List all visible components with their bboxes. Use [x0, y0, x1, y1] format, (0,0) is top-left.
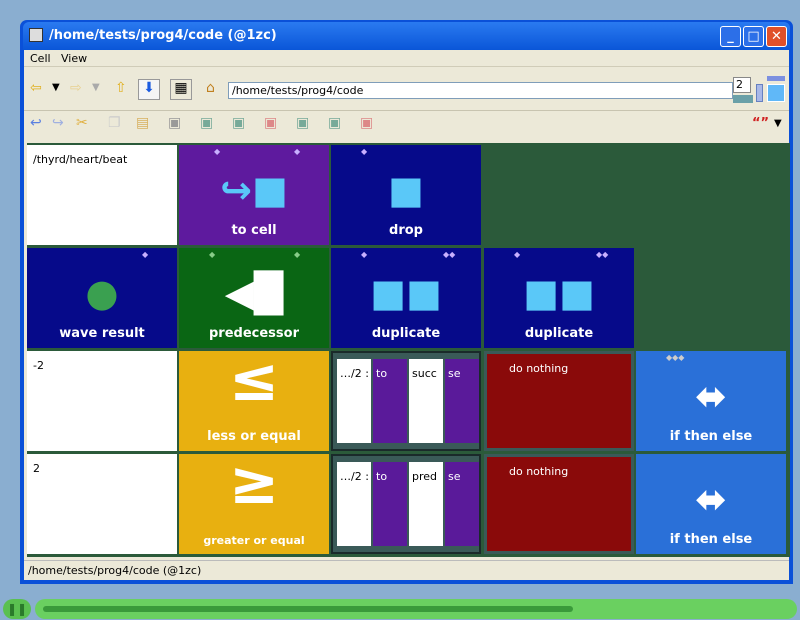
tile-label: to cell	[231, 223, 277, 238]
pause-button[interactable]: ❚❚	[3, 599, 31, 619]
insert-column-left-icon[interactable]: ▣	[200, 115, 213, 131]
predecessor-tile[interactable]: ◆ ◆ ◀█ predecessor	[179, 248, 329, 348]
path-input[interactable]: /home/tests/prog4/code	[228, 82, 733, 99]
insert-row-below-icon[interactable]: ▣	[328, 115, 341, 131]
tile-label: duplicate	[371, 326, 441, 341]
cell-text: /thyrd/heart/beat	[33, 153, 128, 166]
two-cubes-icon: ■■	[523, 271, 595, 315]
undo-icon[interactable]: ↩	[30, 115, 42, 131]
home-icon[interactable]: ⌂	[206, 80, 215, 96]
menu-cell[interactable]: Cell	[30, 52, 51, 65]
back-history-dropdown-icon[interactable]: ▼	[52, 82, 60, 93]
delete-column-icon[interactable]: ▣	[264, 115, 277, 131]
if-then-else-tile[interactable]: ⬌ if then else	[636, 454, 786, 554]
sub-cell-succ[interactable]: succ	[409, 359, 443, 443]
sub-cell-pred[interactable]: pred	[409, 462, 443, 546]
tile-label: duplicate	[524, 326, 594, 341]
wave-result-tile[interactable]: ◆ ● wave result	[27, 248, 177, 348]
forward-arrow-icon[interactable]: ⇨	[70, 80, 82, 96]
greater-equal-icon: ≥	[228, 448, 280, 518]
menu-bar: Cell View	[24, 50, 789, 67]
duplicate-tile[interactable]: ◆ ◆◆ ■■ duplicate	[331, 248, 481, 348]
new-table-button[interactable]: ▦	[170, 79, 192, 100]
sub-cell-to[interactable]: to	[373, 462, 407, 546]
grid-layout-icon[interactable]	[767, 84, 785, 102]
diamond-arrows-icon: ⬌	[695, 374, 727, 418]
arrow-cube-icon: ↪■	[220, 168, 288, 212]
video-playback-bar: ❚❚	[0, 598, 800, 620]
seek-bar[interactable]	[35, 599, 797, 619]
window-title: /home/tests/prog4/code (@1zc)	[49, 28, 277, 43]
app-window: /home/tests/prog4/code (@1zc) _ □ ✕ Cell…	[20, 20, 793, 584]
color-swatch[interactable]	[733, 95, 753, 103]
cut-icon[interactable]: ✂	[76, 115, 88, 131]
tile-label: greater or equal	[203, 534, 305, 547]
insert-column-right-icon[interactable]: ▣	[232, 115, 245, 131]
redo-icon[interactable]: ↪	[52, 115, 64, 131]
nested-call-cell[interactable]: …/2 : to pred se	[331, 454, 481, 554]
drop-tile[interactable]: ◆ ■ drop	[331, 145, 481, 245]
menu-view[interactable]: View	[61, 52, 87, 65]
tile-label: wave result	[59, 326, 145, 341]
quote-icon[interactable]: “”	[752, 116, 769, 131]
cell-text: -2	[33, 359, 44, 372]
less-or-equal-tile[interactable]: ≤ less or equal	[179, 345, 329, 451]
edit-cell-icon[interactable]: ▣	[168, 115, 181, 131]
tile-label: if then else	[669, 532, 753, 547]
minimize-button[interactable]: _	[720, 26, 741, 47]
client-area: Cell View ⇦ ▼ ⇨ ▼ ⇧ ⬇ ▦ ⌂ /home/tests/pr…	[24, 50, 790, 580]
number-cell[interactable]: 2	[27, 454, 177, 554]
to-cell-tile[interactable]: ◆ ◆ ↪■ to cell	[179, 145, 329, 245]
tile-label: if then else	[669, 429, 753, 444]
duplicate-tile[interactable]: ◆ ◆◆ ■■ duplicate	[484, 248, 634, 348]
cell-text: 2	[33, 462, 40, 475]
delete-row-icon[interactable]: ▣	[360, 115, 373, 131]
tile-label: predecessor	[209, 326, 299, 341]
cell-grid: /thyrd/heart/beat ◆ ◆ ↪■ to cell ◆ ■ drop ◆ ● w…	[27, 143, 790, 557]
back-arrow-icon[interactable]: ⇦	[30, 80, 42, 96]
diamond-arrows-icon: ⬌	[695, 477, 727, 521]
copy-icon[interactable]: ❐	[108, 115, 121, 131]
left-tag-icon: ◀█	[224, 271, 284, 315]
globe-icon: ●	[85, 271, 119, 315]
nested-call-cell[interactable]: …/2 : to succ se	[331, 351, 481, 451]
quote-dropdown-icon[interactable]: ▼	[774, 118, 782, 129]
tile-label: drop	[389, 223, 423, 238]
status-bar: /home/tests/prog4/code (@1zc)	[24, 560, 789, 580]
sub-cell-se[interactable]: se	[445, 359, 479, 443]
sub-cell-se[interactable]: se	[445, 462, 479, 546]
app-icon	[29, 28, 43, 42]
greater-or-equal-tile[interactable]: ≥ greater or equal	[179, 448, 329, 554]
close-button[interactable]: ✕	[766, 26, 787, 47]
cube-drop-icon: ■	[388, 168, 424, 212]
up-arrow-icon[interactable]: ⇧	[115, 80, 127, 96]
tile-label: do nothing	[509, 362, 569, 375]
tile-label: do nothing	[509, 465, 569, 478]
do-nothing-tile[interactable]: do nothing	[484, 351, 634, 451]
text-cell[interactable]: /thyrd/heart/beat	[27, 145, 177, 245]
row-layout-icon[interactable]	[767, 76, 785, 81]
forward-history-dropdown-icon[interactable]: ▼	[92, 82, 100, 93]
maximize-button[interactable]: □	[743, 26, 764, 47]
do-nothing-tile[interactable]: do nothing	[484, 454, 634, 554]
sub-cell-to[interactable]: to	[373, 359, 407, 443]
if-then-else-tile[interactable]: ◆◆◆ ⬌ if then else	[636, 351, 786, 451]
insert-row-above-icon[interactable]: ▣	[296, 115, 309, 131]
tile-label: less or equal	[207, 429, 301, 444]
paste-icon[interactable]: ▤	[136, 115, 149, 131]
column-layout-icon[interactable]	[756, 84, 763, 102]
depth-spinner[interactable]: 2	[733, 77, 751, 93]
number-cell[interactable]: -2	[27, 351, 177, 451]
sub-cell[interactable]: …/2 :	[337, 462, 371, 546]
title-bar[interactable]: /home/tests/prog4/code (@1zc) _ □ ✕	[23, 22, 790, 50]
sub-cell[interactable]: …/2 :	[337, 359, 371, 443]
down-arrow-button[interactable]: ⬇	[138, 79, 160, 100]
two-cubes-icon: ■■	[370, 271, 442, 315]
less-equal-icon: ≤	[228, 345, 280, 415]
seek-progress	[43, 606, 573, 612]
